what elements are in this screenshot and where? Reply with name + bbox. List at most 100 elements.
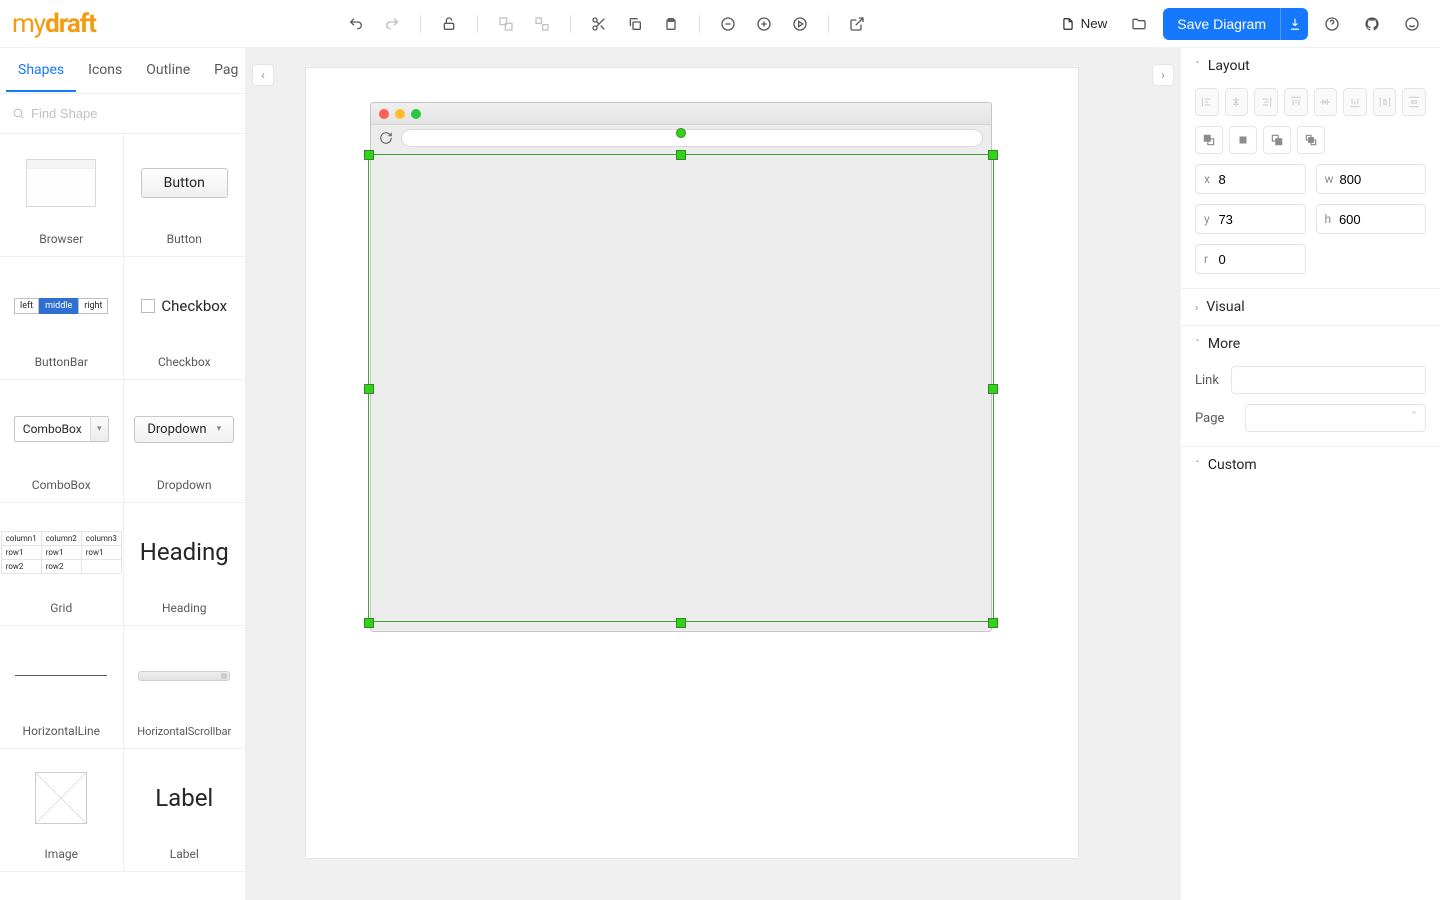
w-input[interactable]	[1340, 172, 1417, 187]
align-hcenter-button[interactable]	[1225, 88, 1249, 116]
bring-forward-button[interactable]	[1195, 126, 1223, 154]
send-back-button[interactable]	[1297, 126, 1325, 154]
x-input[interactable]	[1218, 172, 1296, 187]
section-more-header[interactable]: ˇ More	[1181, 326, 1440, 362]
tab-outline[interactable]: Outline	[134, 50, 202, 92]
hscroll-preview	[138, 671, 230, 681]
right-panel: ˇ Layout	[1180, 48, 1440, 900]
bring-front-button[interactable]	[1229, 126, 1257, 154]
traffic-light-close-icon	[379, 109, 389, 119]
plus-circle-icon	[756, 16, 772, 32]
shape-combobox[interactable]: ComboBox▾ ComboBox	[0, 380, 123, 502]
chevron-down-icon: ˇ	[1195, 60, 1200, 73]
group-button[interactable]	[490, 8, 522, 40]
section-custom-header[interactable]: ˇ Custom	[1181, 447, 1440, 483]
section-visual-header[interactable]: › Visual	[1181, 289, 1440, 325]
combobox-preview: ComboBox▾	[14, 416, 109, 442]
rotate-handle[interactable]	[676, 128, 686, 138]
collapse-right-panel[interactable]: ›	[1152, 64, 1174, 86]
resize-handle-e[interactable]	[988, 384, 998, 394]
image-preview	[35, 772, 87, 824]
tab-shapes[interactable]: Shapes	[6, 50, 76, 92]
h-input[interactable]	[1339, 212, 1417, 227]
page[interactable]	[306, 68, 1078, 858]
send-backward-button[interactable]	[1263, 126, 1291, 154]
shape-horizontalscrollbar[interactable]: HorizontalScrollbar	[123, 626, 246, 748]
align-vcenter-button[interactable]	[1314, 88, 1338, 116]
paste-button[interactable]	[655, 8, 687, 40]
undo-button[interactable]	[340, 8, 372, 40]
new-button[interactable]: New	[1053, 8, 1116, 40]
shape-buttonbar[interactable]: left middle right ButtonBar	[0, 257, 123, 379]
collapse-left-panel[interactable]: ‹	[252, 64, 274, 86]
shape-checkbox[interactable]: Checkbox Checkbox	[123, 257, 246, 379]
shape-button[interactable]: Button Button	[123, 134, 246, 256]
dropdown-preview: Dropdown▾	[134, 416, 234, 443]
redo-button[interactable]	[376, 8, 408, 40]
page-select[interactable]: ˇ	[1245, 404, 1426, 432]
resize-handle-s[interactable]	[676, 618, 686, 628]
w-field[interactable]: w	[1316, 164, 1427, 194]
zoom-out-button[interactable]	[712, 8, 744, 40]
shape-horizontalline[interactable]: HorizontalLine	[0, 626, 123, 748]
feedback-button[interactable]	[1396, 8, 1428, 40]
search-input[interactable]	[31, 106, 233, 121]
r-input[interactable]	[1218, 252, 1296, 267]
link-input[interactable]	[1231, 366, 1426, 394]
browser-url-field	[401, 129, 983, 147]
align-top-button[interactable]	[1284, 88, 1308, 116]
ungroup-button[interactable]	[526, 8, 558, 40]
browser-titlebar	[371, 103, 991, 125]
traffic-light-zoom-icon	[411, 109, 421, 119]
shape-search[interactable]	[0, 94, 245, 134]
align-row	[1195, 88, 1426, 116]
help-button[interactable]	[1316, 8, 1348, 40]
x-field[interactable]: x	[1195, 164, 1306, 194]
shape-dropdown[interactable]: Dropdown▾ Dropdown	[123, 380, 246, 502]
left-panel: Shapes Icons Outline Pag ··· Browser But…	[0, 48, 246, 900]
share-button[interactable]	[841, 8, 873, 40]
unlock-icon	[441, 16, 457, 32]
undo-icon	[348, 16, 364, 32]
lock-button[interactable]	[433, 8, 465, 40]
resize-handle-se[interactable]	[988, 618, 998, 628]
tab-pages[interactable]: Pag	[202, 50, 250, 92]
zoom-in-button[interactable]	[748, 8, 780, 40]
file-icon	[1061, 17, 1075, 31]
preview-button[interactable]	[784, 8, 816, 40]
new-label: New	[1081, 16, 1108, 31]
copy-button[interactable]	[619, 8, 651, 40]
shape-image[interactable]: Image	[0, 749, 123, 871]
resize-handle-w[interactable]	[364, 384, 374, 394]
resize-handle-ne[interactable]	[988, 150, 998, 160]
section-layout-header[interactable]: ˇ Layout	[1181, 48, 1440, 84]
canvas-object-browser[interactable]	[370, 102, 992, 632]
align-right-button[interactable]	[1254, 88, 1278, 116]
open-button[interactable]	[1123, 8, 1155, 40]
logo-suffix: draft	[45, 9, 96, 39]
h-field[interactable]: h	[1316, 204, 1427, 234]
logo[interactable]: mydraft	[12, 9, 100, 39]
resize-handle-n[interactable]	[676, 150, 686, 160]
align-bottom-button[interactable]	[1343, 88, 1367, 116]
r-field[interactable]: r	[1195, 244, 1306, 274]
distribute-h-button[interactable]	[1373, 88, 1397, 116]
resize-handle-sw[interactable]	[364, 618, 374, 628]
toolbar-center	[320, 8, 1053, 40]
github-button[interactable]	[1356, 8, 1388, 40]
cut-button[interactable]	[583, 8, 615, 40]
shape-browser[interactable]: Browser	[0, 134, 123, 256]
canvas[interactable]: ‹ ›	[246, 48, 1180, 900]
save-dropdown[interactable]	[1280, 8, 1308, 40]
y-input[interactable]	[1218, 212, 1296, 227]
shape-label[interactable]: Label Label	[123, 749, 246, 871]
shape-heading[interactable]: Heading Heading	[123, 503, 246, 625]
distribute-v-button[interactable]	[1402, 88, 1426, 116]
resize-handle-nw[interactable]	[364, 150, 374, 160]
tab-icons[interactable]: Icons	[76, 50, 134, 92]
shape-grid[interactable]: column1column2column3 row1row1row1 row2r…	[0, 503, 123, 625]
save-button[interactable]: Save Diagram	[1163, 8, 1280, 40]
y-field[interactable]: y	[1195, 204, 1306, 234]
smile-icon	[1404, 16, 1420, 32]
align-left-button[interactable]	[1195, 88, 1219, 116]
